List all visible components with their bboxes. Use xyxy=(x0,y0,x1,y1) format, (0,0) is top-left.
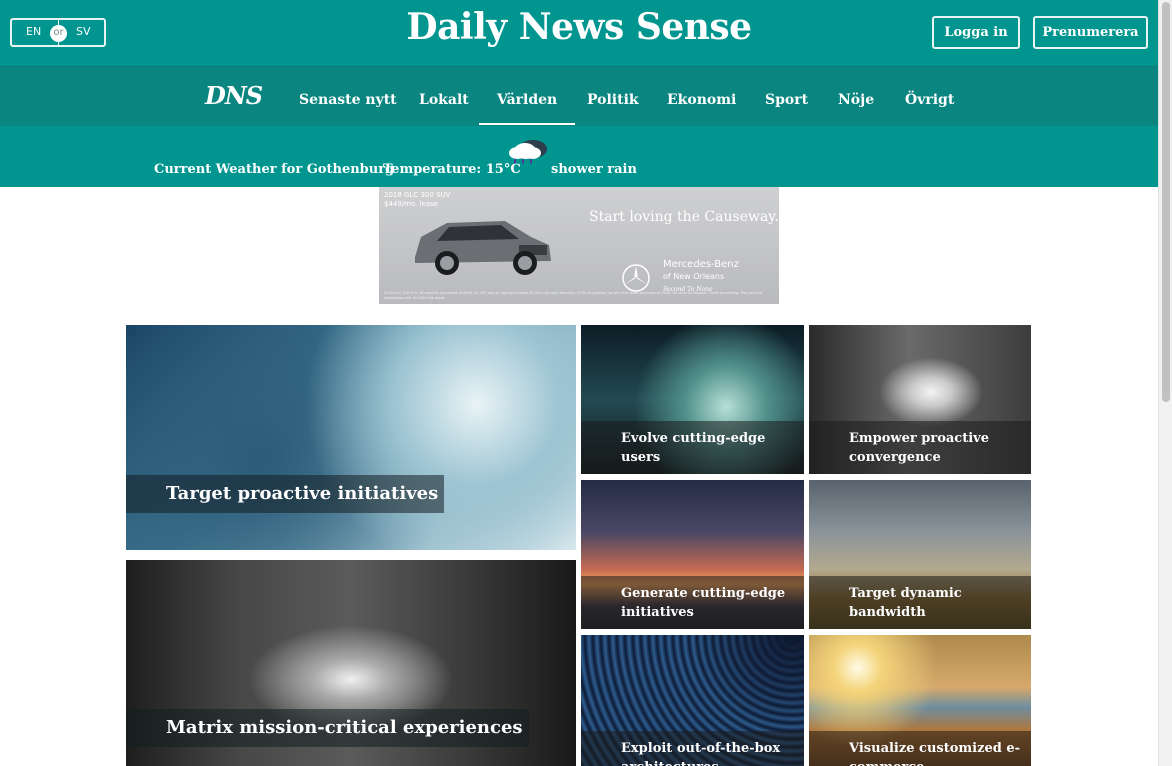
article-card[interactable]: Empower proactive convergence xyxy=(809,325,1031,474)
rain-cloud-icon xyxy=(509,140,547,164)
ad-brand-line2: of New Orleans xyxy=(663,272,725,281)
article-title[interactable]: Generate cutting-edge initiatives xyxy=(581,576,804,629)
ad-fine-print: 2018 GLC 300 SUV. 36 monthly payments of… xyxy=(384,291,763,300)
weather-bar: Current Weather for Gothenburg Temperatu… xyxy=(0,126,1158,187)
article-title[interactable]: Visualize customized e-commerce xyxy=(809,731,1031,766)
article-card[interactable]: Target dynamic bandwidth xyxy=(809,480,1031,629)
article-title[interactable]: Target proactive initiatives xyxy=(126,475,445,513)
nav-item-noje[interactable]: Nöje xyxy=(838,67,874,125)
nav-item-sport[interactable]: Sport xyxy=(765,67,808,125)
nav-item-ekonomi[interactable]: Ekonomi xyxy=(667,67,736,125)
car-image xyxy=(415,221,551,275)
login-button[interactable]: Logga in xyxy=(932,16,1020,49)
page-scrollbar[interactable] xyxy=(1158,0,1172,766)
article-title[interactable]: Evolve cutting-edge users xyxy=(581,421,804,474)
main-navigation: DNS Senaste nytt Lokalt Världen Politik … xyxy=(0,66,1158,126)
ad-slogan: Start loving the Causeway. xyxy=(589,209,779,225)
article-title[interactable]: Matrix mission-critical experiences xyxy=(126,709,529,747)
article-title[interactable]: Empower proactive convergence xyxy=(809,421,1031,474)
article-title[interactable]: Target dynamic bandwidth xyxy=(809,576,1031,629)
nav-item-ovrigt[interactable]: Övrigt xyxy=(905,67,954,125)
article-card[interactable]: Exploit out-of-the-box architectures xyxy=(581,635,804,766)
advertisement-banner[interactable]: 2018 GLC 300 SUV $449/mo. lease Start lo… xyxy=(379,187,779,304)
featured-article-card[interactable]: Target proactive initiatives xyxy=(126,325,576,550)
nav-item-senaste-nytt[interactable]: Senaste nytt xyxy=(299,67,397,125)
subscribe-button[interactable]: Prenumerera xyxy=(1033,16,1148,49)
nav-item-politik[interactable]: Politik xyxy=(587,67,639,125)
nav-logo-mark[interactable]: DNS xyxy=(205,81,263,110)
nav-item-varlden[interactable]: Världen xyxy=(479,67,576,125)
article-card[interactable]: Visualize customized e-commerce xyxy=(809,635,1031,766)
ad-brand-line1: Mercedes-Benz xyxy=(663,259,739,270)
scrollbar-thumb[interactable] xyxy=(1162,2,1170,402)
weather-temperature: Temperature: 15°C xyxy=(383,162,521,177)
article-card[interactable]: Generate cutting-edge initiatives xyxy=(581,480,804,629)
mercedes-star-icon xyxy=(622,264,650,292)
featured-article-card[interactable]: Matrix mission-critical experiences xyxy=(126,560,576,766)
site-header: EN or SV Daily News Sense Logga in Prenu… xyxy=(0,0,1158,66)
article-title[interactable]: Exploit out-of-the-box architectures xyxy=(581,731,804,766)
article-card[interactable]: Evolve cutting-edge users xyxy=(581,325,804,474)
weather-condition: shower rain xyxy=(551,162,637,177)
nav-item-lokalt[interactable]: Lokalt xyxy=(419,67,469,125)
weather-location: Current Weather for Gothenburg xyxy=(154,162,395,177)
ad-model-line: 2018 GLC 300 SUV xyxy=(384,191,451,199)
